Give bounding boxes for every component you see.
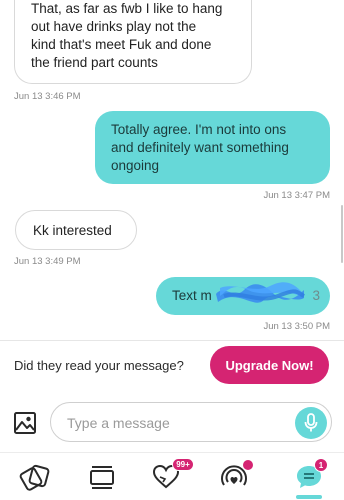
message-line: Kk interested (33, 223, 112, 238)
message-input-container[interactable] (50, 402, 332, 442)
message-line: and definitely want something (111, 140, 289, 155)
read-receipt-prompt: Did they read your message? (14, 358, 184, 373)
message-line: kind that's meet Fuk and done (31, 37, 212, 52)
redaction-scribble (216, 282, 305, 303)
nav-item-cards[interactable] (15, 459, 55, 499)
message-line: out have drinks play not the (31, 19, 197, 34)
messages-badge: 1 (314, 458, 328, 472)
message-input[interactable] (67, 413, 287, 433)
nav-item-messages[interactable]: 1 (289, 458, 329, 499)
likes-badge: 99+ (172, 458, 194, 471)
message-line: Totally agree. I'm not into ons (111, 122, 287, 137)
message-thread: That, as far as fwb I like to hang out h… (0, 0, 344, 340)
bottom-navigation: 99+ 1 (0, 452, 344, 500)
message-timestamp: Jun 13 3:46 PM (14, 91, 81, 102)
nav-item-likes[interactable]: 99+ (146, 458, 194, 499)
message-timestamp: Jun 13 3:47 PM (263, 190, 330, 201)
upgrade-now-button[interactable]: Upgrade Now! (210, 346, 329, 384)
message-line: Text m (172, 288, 212, 303)
scrollbar[interactable] (341, 205, 343, 263)
stack-icon (90, 466, 114, 489)
message-line: That, as far as fwb I like to hang (31, 1, 223, 16)
cards-icon (19, 464, 50, 491)
active-tab-indicator (296, 495, 322, 499)
live-badge (242, 459, 254, 471)
nav-item-live[interactable] (214, 459, 254, 499)
image-icon[interactable] (12, 410, 38, 436)
message-timestamp: Jun 13 3:49 PM (14, 256, 81, 267)
message-tail-text: 3 (312, 288, 320, 303)
microphone-icon[interactable] (295, 407, 327, 439)
incoming-message: That, as far as fwb I like to hang out h… (14, 0, 252, 84)
incoming-message: Kk interested (15, 210, 137, 250)
divider (0, 340, 344, 341)
outgoing-message: Totally agree. I'm not into ons and defi… (95, 111, 330, 184)
message-timestamp: Jun 13 3:50 PM (263, 321, 330, 332)
message-line: the friend part counts (31, 55, 158, 70)
nav-item-stack[interactable] (82, 459, 122, 499)
message-line: ongoing (111, 158, 160, 173)
